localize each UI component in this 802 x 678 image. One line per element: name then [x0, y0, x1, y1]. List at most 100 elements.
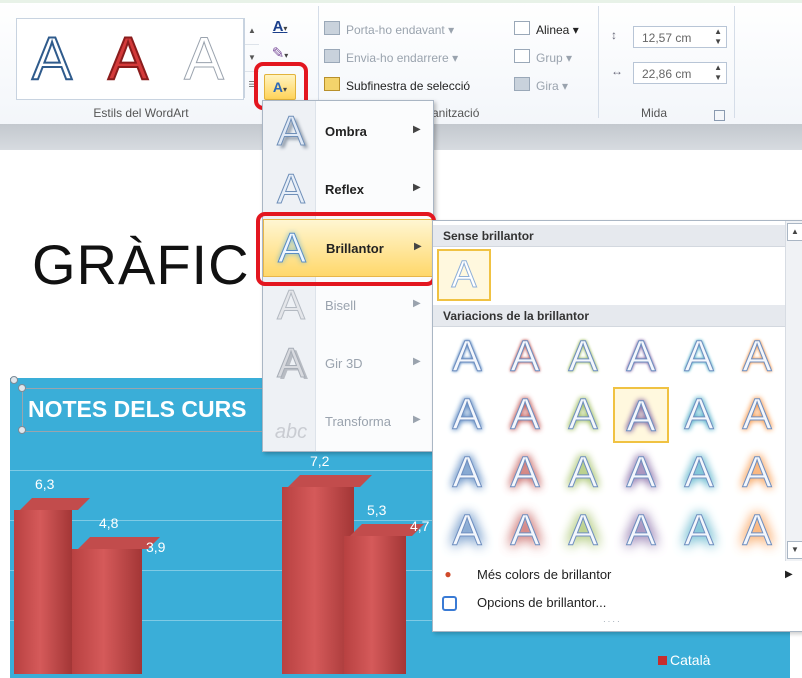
glow-variation-option[interactable]: A [729, 387, 785, 443]
glow-variation-option[interactable]: A [613, 329, 669, 385]
text-outline-button[interactable]: ✎▾ [266, 44, 294, 64]
menu-item-shadow-label: Ombra [325, 124, 367, 139]
glow-variation-option[interactable]: A [439, 387, 495, 443]
glow-scrollbar[interactable]: ▲ ▼ [785, 221, 802, 561]
rotate-button[interactable]: Gira ▾ [514, 76, 568, 96]
width-value: 22,86 cm [642, 67, 692, 81]
group-separator [598, 6, 599, 118]
color-palette-icon: ● [444, 567, 452, 581]
resize-handle[interactable] [10, 376, 18, 384]
chart-bar-top [20, 498, 90, 511]
chart-bar-top [288, 474, 372, 487]
glow-variation-option[interactable]: A [497, 445, 553, 501]
width-input[interactable]: 22,86 cm ▲ ▼ [633, 62, 727, 84]
wordart-group-label: Estils del WordArt [93, 106, 189, 120]
text-fill-icon: A [272, 18, 284, 35]
glow-variation-option[interactable]: A [671, 445, 727, 501]
align-label: Alinea [536, 23, 570, 37]
selection-pane-label: Subfinestra de selecció [346, 79, 471, 93]
send-backward-button[interactable]: Envia-ho endarrere ▾ [324, 48, 458, 68]
menu-item-transform[interactable]: abc Transforma ▶ [263, 393, 433, 451]
glow-variation-option[interactable]: A [555, 503, 611, 559]
rotate-icon [514, 77, 530, 91]
glow-variation-option[interactable]: A [497, 387, 553, 443]
height-input[interactable]: 12,57 cm ▲ ▼ [633, 26, 727, 48]
legend-label: Català [670, 652, 711, 668]
menu-item-transform-label: Transforma [325, 414, 391, 429]
send-backward-label: Envia-ho endarrere [346, 51, 449, 65]
submenu-arrow-icon: ▶ [413, 356, 421, 367]
height-spinner-icon[interactable]: ▲ ▼ [714, 27, 722, 47]
more-glow-colors-item[interactable]: ● Més colors de brillantor ▶ [433, 563, 802, 587]
glow-variation-option[interactable]: A [729, 329, 785, 385]
no-glow-option[interactable]: A [437, 249, 491, 301]
glow-variation-option[interactable]: A [555, 329, 611, 385]
chart-legend: Català [658, 652, 710, 668]
glow-variation-option[interactable]: A [613, 503, 669, 559]
send-backward-icon [324, 49, 340, 63]
no-glow-header: Sense brillantor [433, 225, 785, 247]
width-spinner-icon[interactable]: ▲ ▼ [714, 63, 722, 83]
bring-forward-button[interactable]: Porta-ho endavant ▾ [324, 20, 454, 40]
submenu-arrow-icon: ▶ [413, 298, 421, 309]
menu-item-reflection-label: Reflex [325, 182, 365, 197]
selection-pane-icon [324, 77, 340, 91]
bevel-icon: A [276, 281, 305, 328]
document-heading[interactable]: GRÀFIC [32, 232, 250, 297]
submenu-arrow-icon: ▶ [413, 182, 421, 193]
submenu-arrow-icon: ▶ [413, 414, 421, 425]
glow-variation-option[interactable]: A [497, 329, 553, 385]
chart-data-label: 6,3 [35, 476, 55, 493]
chart-data-label: 7,2 [310, 452, 330, 469]
resize-grip-icon[interactable]: ···· [603, 617, 622, 626]
chart-title[interactable]: NOTES DELS CURS [28, 396, 247, 423]
menu-item-shadow[interactable]: A Ombra ▶ [263, 103, 433, 161]
chart-data-label: 5,3 [367, 502, 387, 519]
menu-item-reflection[interactable]: A Reflex ▶ [263, 161, 433, 219]
wordart-style-1[interactable]: A [21, 24, 83, 93]
glow-variation-option[interactable]: A [439, 503, 495, 559]
chart-bar [14, 510, 72, 674]
group-button[interactable]: Grup ▾ [514, 48, 572, 68]
rotate-label: Gira [536, 79, 559, 93]
glow-variation-option[interactable]: A [497, 503, 553, 559]
selection-pane-button[interactable]: Subfinestra de selecció [324, 76, 470, 96]
width-icon: ↔ [611, 64, 623, 78]
menu-item-3d-rotation-label: Gir 3D [325, 356, 363, 371]
wordart-styles-gallery[interactable]: A A A [16, 18, 244, 100]
scroll-down-icon[interactable]: ▼ [787, 541, 802, 559]
glow-variation-option[interactable]: A [729, 445, 785, 501]
glow-variation-option[interactable]: A [671, 329, 727, 385]
glow-options-icon [442, 596, 457, 611]
reflection-icon: A [276, 165, 305, 212]
text-outline-icon: ✎ [271, 45, 285, 62]
glow-variation-option[interactable]: A [729, 503, 785, 559]
align-button[interactable]: Alinea ▾ [514, 20, 579, 40]
glow-submenu: Sense brillantor A Variacions de la bril… [432, 220, 802, 632]
size-group-label: Mida [640, 106, 667, 120]
glow-options-item[interactable]: Opcions de brillantor... [433, 591, 802, 615]
glow-variation-option[interactable]: A [613, 445, 669, 501]
glow-variation-option[interactable]: A [439, 445, 495, 501]
height-value: 12,57 cm [642, 31, 692, 45]
size-dialog-launcher-icon[interactable] [714, 110, 725, 121]
resize-handle[interactable] [18, 426, 26, 434]
chart-bar [344, 536, 406, 674]
glow-variation-option[interactable]: A [555, 387, 611, 443]
wordart-style-3[interactable]: A [173, 25, 235, 93]
gallery-up-icon[interactable]: ▲ [245, 18, 259, 45]
glow-variation-option[interactable]: A [671, 503, 727, 559]
bring-forward-icon [324, 21, 340, 35]
glow-variation-option[interactable]: A [555, 445, 611, 501]
glow-variations-header: Variacions de la brillantor [433, 305, 785, 327]
text-fill-button[interactable]: A▾ [266, 18, 294, 38]
scroll-up-icon[interactable]: ▲ [787, 223, 802, 241]
group-icon [514, 49, 530, 63]
resize-handle[interactable] [18, 384, 26, 392]
menu-item-3d-rotation[interactable]: A Gir 3D ▶ [263, 335, 433, 393]
glow-variation-option[interactable]: A [613, 387, 669, 443]
glow-variation-option[interactable]: A [671, 387, 727, 443]
wordart-style-2[interactable]: A [97, 24, 159, 93]
more-glow-colors-label: Més colors de brillantor [477, 567, 612, 582]
glow-variation-option[interactable]: A [439, 329, 495, 385]
